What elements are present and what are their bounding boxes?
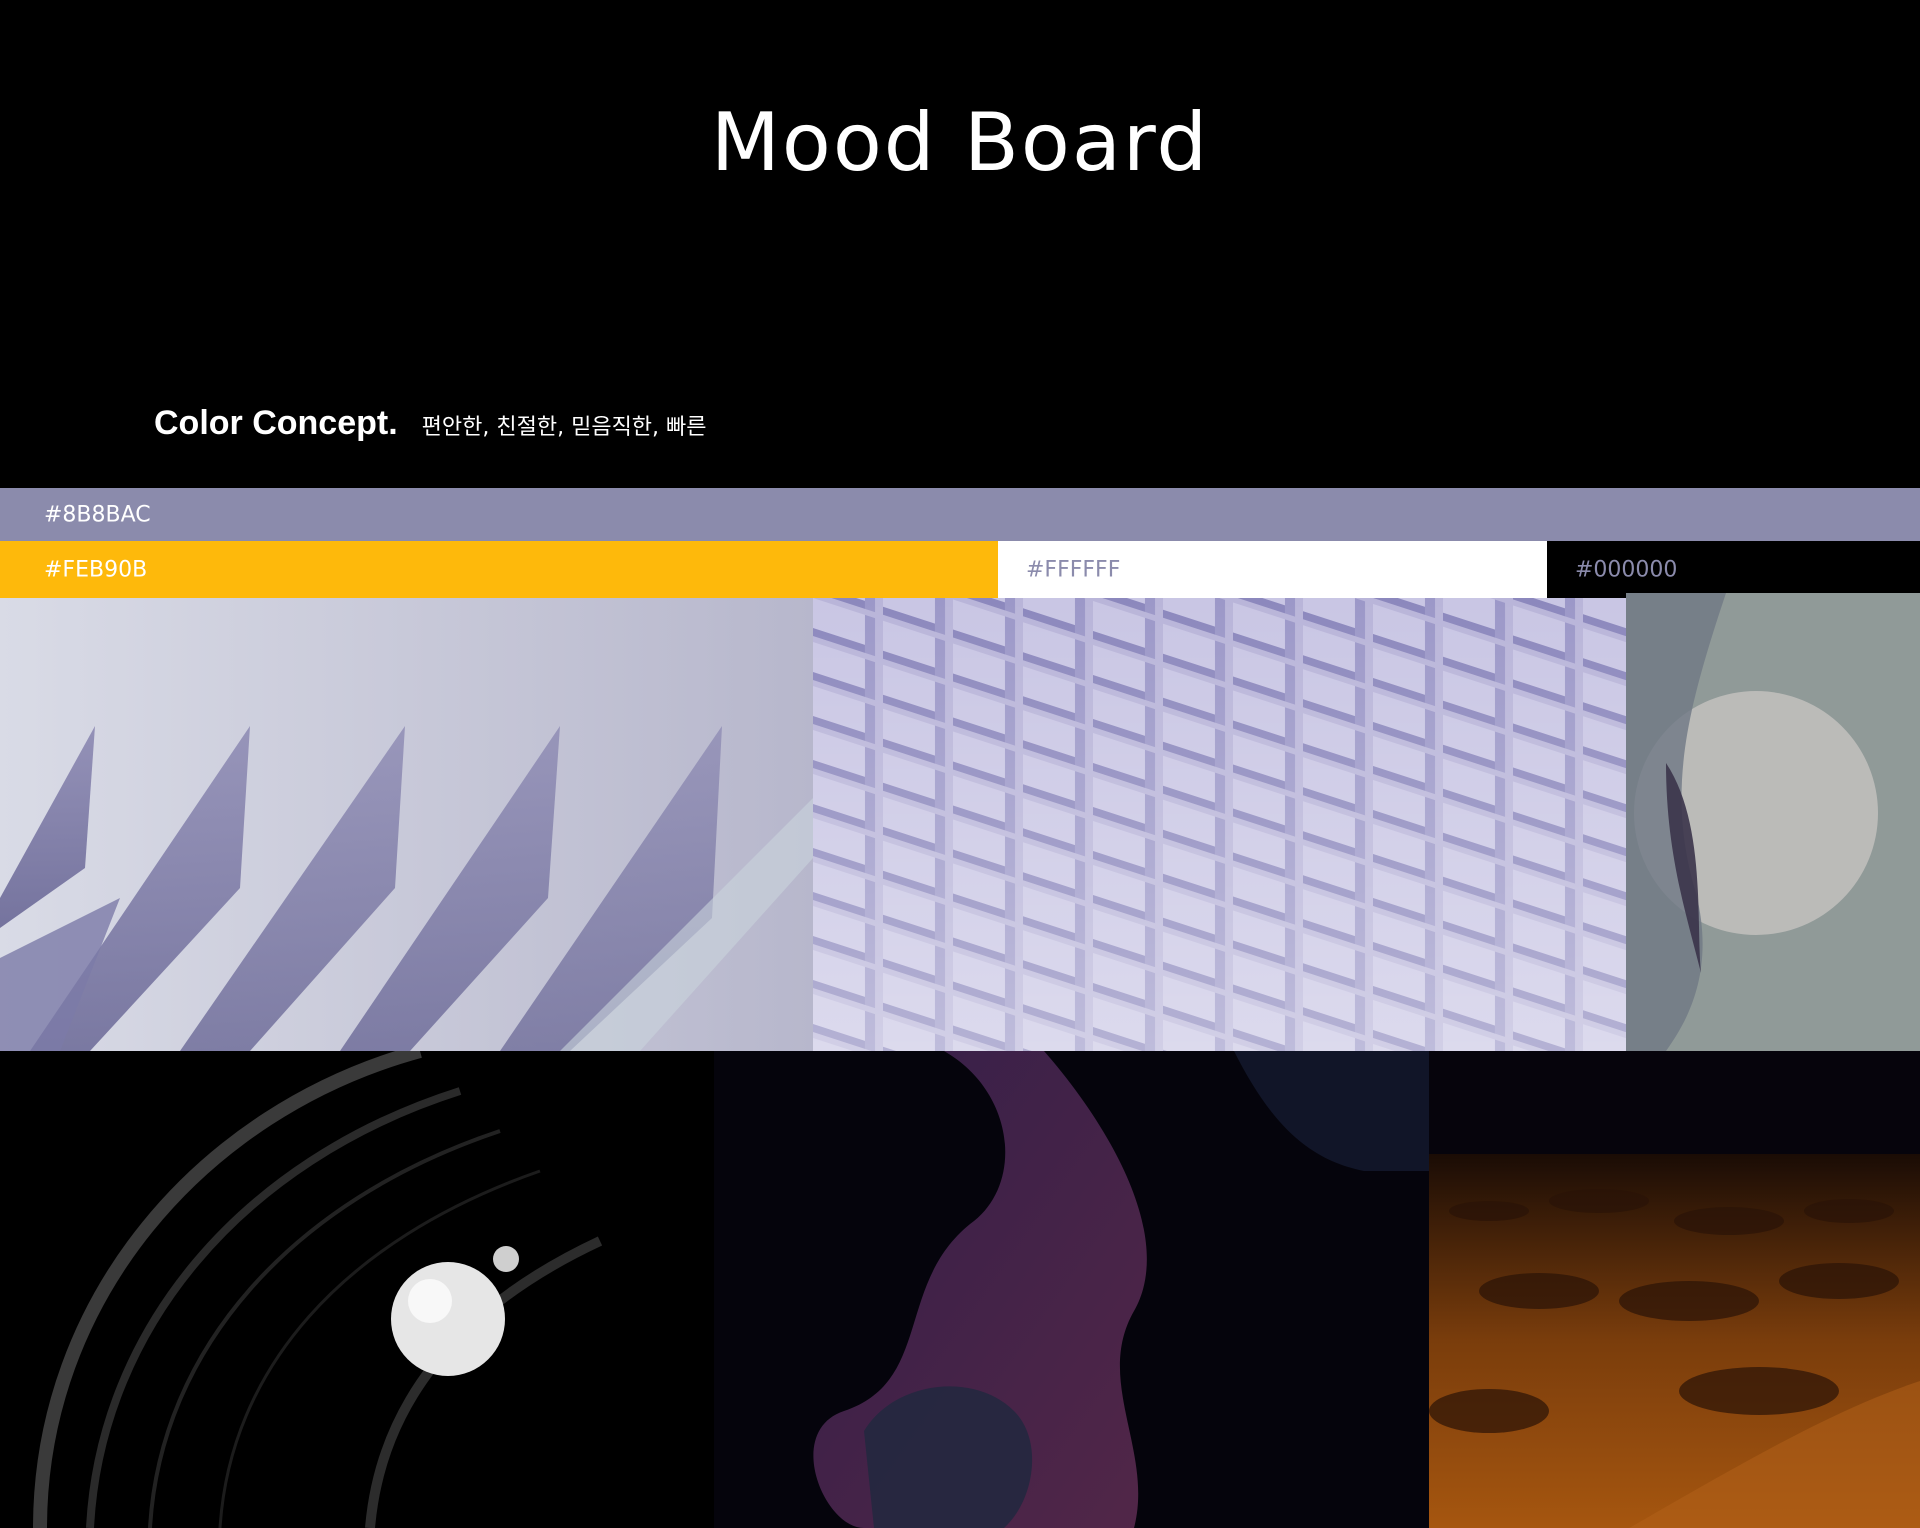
image-dark-purple-fluid	[714, 1051, 1429, 1528]
swatch-black-label: #000000	[1575, 557, 1678, 582]
image-orange-sand-dunes	[1429, 1051, 1920, 1528]
swatch-yellow-label: #FEB90B	[44, 557, 148, 582]
color-concept: Color Concept. 편안한, 친절한, 믿음직한, 빠른	[154, 404, 707, 443]
image-lavender-glass-spikes	[0, 598, 813, 1051]
image-black-rings-white-sphere	[0, 1051, 714, 1528]
page-title: Mood Board	[710, 96, 1210, 189]
swatch-white-label: #FFFFFF	[1026, 557, 1121, 582]
image-translucent-circle-shape	[1626, 593, 1920, 1051]
swatch-white: #FFFFFF	[998, 541, 1547, 598]
swatch-black: #000000	[1547, 541, 1920, 598]
swatch-yellow: #FEB90B	[0, 541, 998, 598]
color-concept-keywords: 편안한, 친절한, 믿음직한, 빠른	[421, 415, 707, 440]
color-concept-heading: Color Concept.	[154, 404, 398, 442]
swatch-lavender: #8B8BAC	[0, 488, 1920, 541]
image-lavender-block-wall	[813, 598, 1626, 1051]
swatch-lavender-label: #8B8BAC	[44, 502, 151, 527]
